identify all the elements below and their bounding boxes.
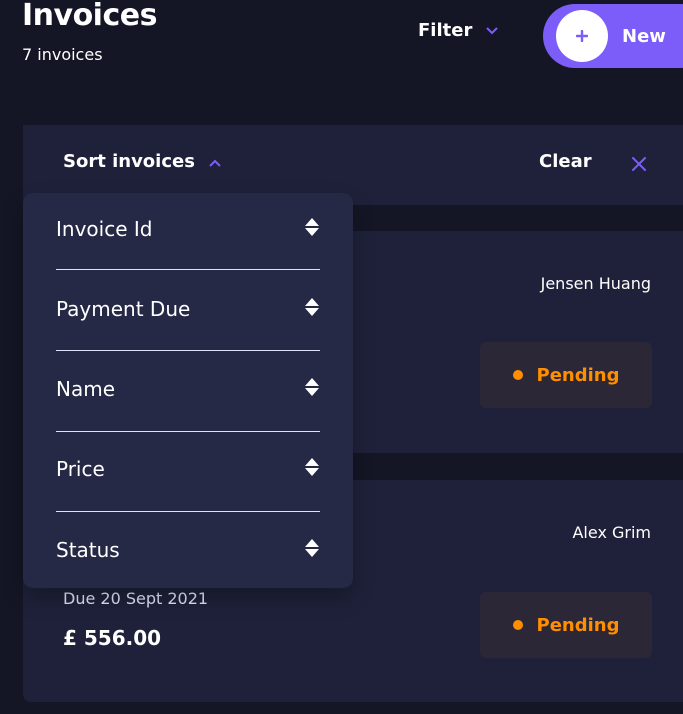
status-dot-icon (512, 370, 523, 380)
new-invoice-button[interactable]: New (543, 4, 683, 68)
filter-button[interactable]: Filter (418, 20, 499, 41)
sort-arrows-icon (304, 376, 320, 402)
sort-dropdown: Invoice Id Payment Due Name Price Status (23, 193, 353, 588)
sort-option-name[interactable]: Name (56, 349, 320, 429)
sort-option-label: Invoice Id (56, 217, 153, 241)
status-label: Pending (536, 364, 620, 386)
sort-option-status[interactable]: Status (56, 510, 320, 590)
new-label: New (622, 25, 666, 47)
sort-title: Sort invoices (63, 151, 195, 172)
sort-option-payment-due[interactable]: Payment Due (56, 269, 320, 349)
sort-arrows-icon (304, 537, 320, 563)
sort-arrows-icon (304, 296, 320, 322)
status-label: Pending (536, 614, 620, 636)
client-name: Alex Grim (572, 523, 651, 542)
sort-option-label: Status (56, 538, 120, 562)
sort-option-label: Name (56, 377, 116, 401)
close-icon[interactable] (631, 156, 647, 176)
plus-icon (556, 10, 608, 62)
status-badge: Pending (480, 592, 652, 658)
sort-option-invoice-id[interactable]: Invoice Id (56, 189, 320, 269)
sort-toggle[interactable]: Sort invoices (63, 151, 221, 172)
filter-label: Filter (418, 20, 473, 41)
chevron-up-icon (209, 151, 221, 172)
sort-arrows-icon (304, 216, 320, 242)
due-date: Due 20 Sept 2021 (63, 589, 209, 608)
page-title: Invoices (22, 0, 157, 33)
status-dot-icon (512, 620, 523, 630)
status-badge: Pending (480, 342, 652, 408)
invoice-amount: £ 556.00 (63, 626, 162, 650)
chevron-down-icon (486, 26, 499, 35)
sort-option-label: Payment Due (56, 297, 191, 321)
client-name: Jensen Huang (540, 274, 651, 293)
sort-option-label: Price (56, 457, 105, 481)
clear-button[interactable]: Clear (539, 151, 592, 172)
sort-option-price[interactable]: Price (56, 429, 320, 509)
sort-arrows-icon (304, 456, 320, 482)
invoice-count: 7 invoices (22, 45, 103, 64)
